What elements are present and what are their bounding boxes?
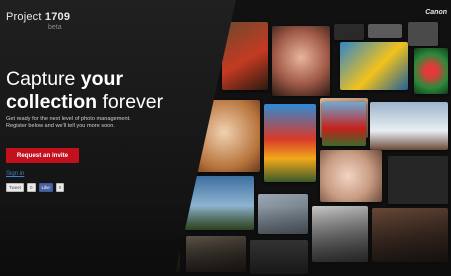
beta-label: beta	[48, 24, 62, 31]
share-bar: Tweet 0 Like 0	[6, 183, 65, 192]
headline-line-1: Capture your	[6, 68, 163, 91]
sign-in-link[interactable]: Sign in	[6, 171, 24, 177]
logo-text: Project	[6, 11, 45, 23]
headline-line-2: collection forever	[6, 91, 163, 114]
headline-word-2: forever	[97, 91, 164, 113]
landing-page: Project 1709 beta Canon Capture your col…	[0, 0, 451, 276]
canon-logo[interactable]: Canon	[425, 9, 447, 16]
photo-tile-snow-trees	[370, 102, 448, 150]
photo-tile-lollipops	[414, 48, 448, 94]
photo-tile-top-right	[408, 22, 438, 46]
facebook-like-button[interactable]: Like	[38, 183, 53, 192]
photo-tile-dark-small	[334, 24, 364, 40]
photo-tile-grey-small	[368, 24, 402, 38]
subtext-line-2: Register below and we'll tell you more s…	[6, 123, 115, 130]
headline-word: Capture	[6, 68, 81, 90]
project-logo[interactable]: Project 1709	[6, 11, 70, 23]
tweet-count: 0	[27, 183, 36, 192]
headline: Capture your collection forever	[6, 68, 163, 114]
headline-emphasis-2: collection	[6, 91, 98, 113]
bottom-fade	[0, 206, 451, 276]
photo-tile-red-house	[322, 102, 366, 146]
request-invite-button[interactable]: Request an invite	[6, 148, 79, 163]
tweet-button[interactable]: Tweet	[6, 183, 25, 192]
headline-emphasis: your	[80, 68, 124, 90]
like-count: 0	[55, 183, 65, 192]
photo-tile-pool-child	[340, 42, 408, 90]
photo-tile-red-shoes	[222, 22, 268, 90]
logo-number: 1709	[44, 11, 71, 23]
subtext: Get ready for the next level of photo ma…	[6, 116, 176, 131]
photo-tile-woman-face	[272, 26, 330, 96]
photo-tile-dark-right	[388, 156, 448, 204]
photo-tile-baby	[320, 150, 382, 202]
photo-tile-balloons	[264, 104, 316, 182]
subtext-line-1: Get ready for the next level of photo ma…	[6, 116, 131, 122]
